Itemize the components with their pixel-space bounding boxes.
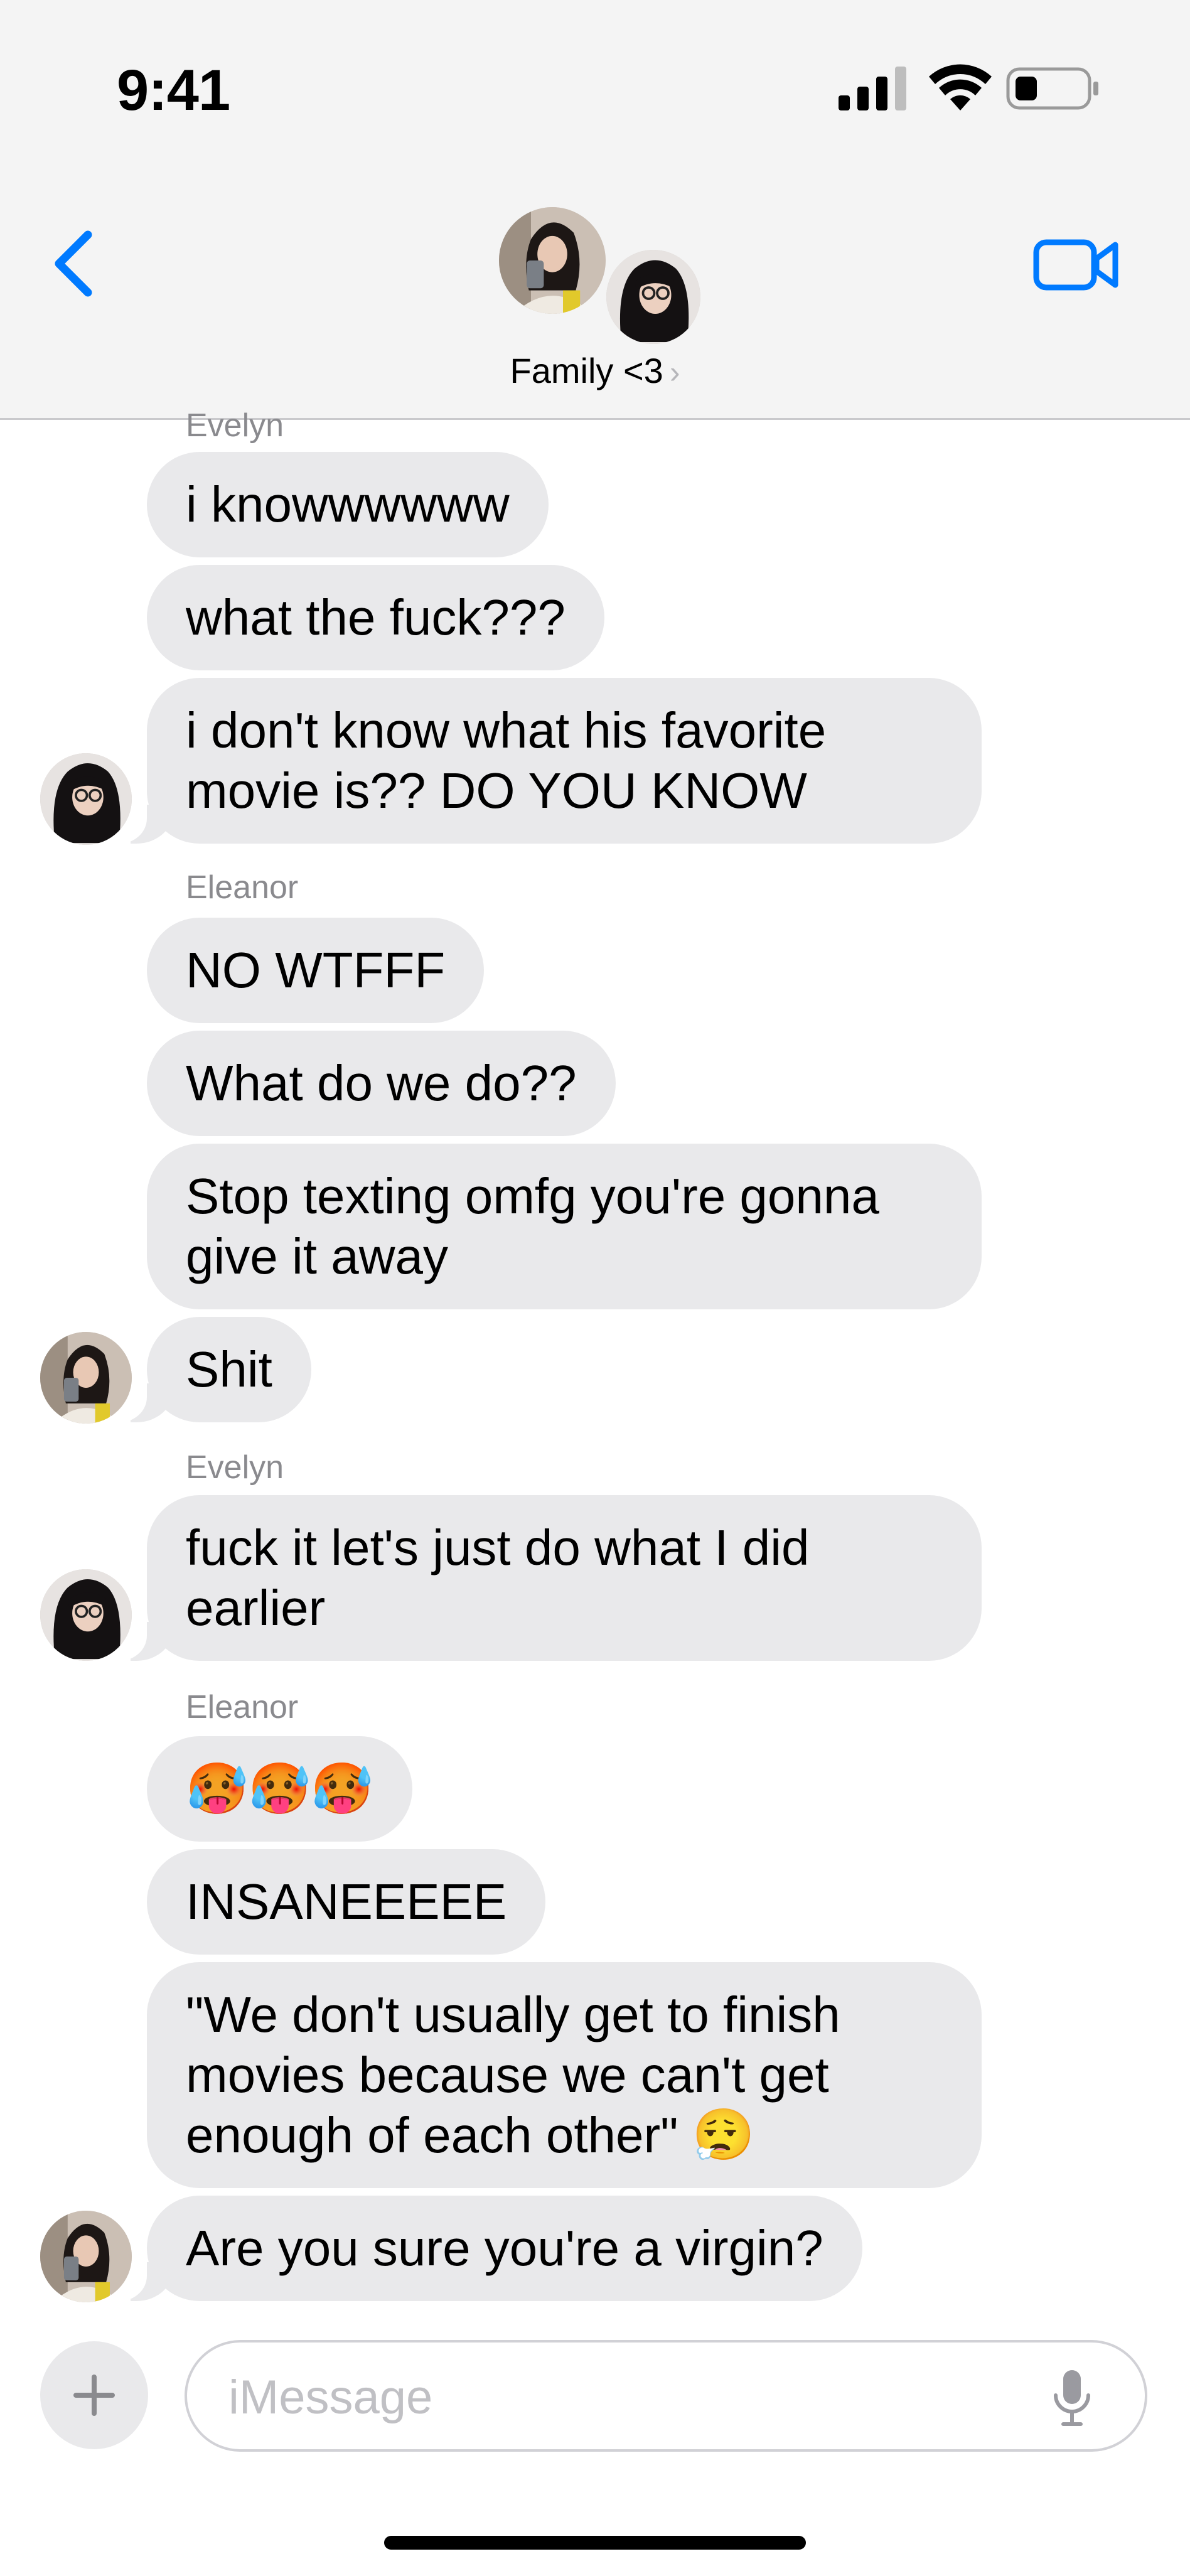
group-avatar-evelyn[interactable]	[604, 247, 703, 346]
message-bubble[interactable]: "We don't usually get to finish movies b…	[147, 1962, 982, 2188]
sender-avatar-eleanor[interactable]	[40, 1332, 132, 1424]
status-time: 9:41	[117, 58, 230, 122]
message-bubble[interactable]: what the fuck???	[147, 565, 604, 670]
message-bubble[interactable]: fuck it let's just do what I did earlier	[109, 1495, 982, 1661]
evelyn-photo	[606, 250, 700, 344]
sender-label: Evelyn	[186, 407, 284, 444]
facetime-video-button[interactable]	[1032, 233, 1120, 296]
sender-avatar-evelyn[interactable]	[40, 1569, 132, 1661]
conversation-header: 9:41 Family <3 ›	[0, 0, 1190, 420]
group-name-button[interactable]: Family <3 ›	[0, 350, 1190, 391]
sender-label: Eleanor	[186, 1689, 299, 1725]
message-bubble[interactable]: What do we do??	[147, 1031, 616, 1136]
chevron-right-icon: ›	[669, 355, 680, 390]
home-indicator[interactable]	[384, 2536, 806, 2550]
sender-label: Evelyn	[186, 1449, 284, 1486]
message-bubble[interactable]: i don't know what his favorite movie is?…	[109, 678, 982, 844]
eleanor-photo	[499, 207, 606, 314]
cellular-signal-icon	[839, 67, 906, 110]
dictation-button[interactable]	[1047, 2366, 1097, 2429]
apps-plus-button[interactable]	[40, 2341, 148, 2449]
group-avatar-eleanor[interactable]	[499, 207, 606, 314]
group-name: Family <3	[510, 351, 663, 390]
video-camera-icon	[1033, 239, 1118, 291]
chevron-left-icon	[55, 230, 92, 297]
status-icons	[839, 64, 1098, 110]
sender-label: Eleanor	[186, 869, 299, 906]
microphone-icon	[1054, 2370, 1090, 2426]
message-bubble[interactable]: INSANEEEEE	[147, 1849, 546, 1955]
sender-avatar-eleanor[interactable]	[40, 2211, 132, 2302]
message-compose-field[interactable]	[185, 2340, 1147, 2452]
sender-avatar-evelyn[interactable]	[40, 753, 132, 845]
message-bubble[interactable]: 🥵🥵🥵	[147, 1736, 412, 1842]
message-bubble[interactable]: i knowwwwww	[147, 452, 549, 557]
message-bubble[interactable]: Stop texting omfg you're gonna give it a…	[147, 1144, 982, 1309]
message-bubble[interactable]: Shit	[109, 1317, 311, 1422]
wifi-icon	[929, 64, 992, 110]
imessage-input[interactable]	[227, 2365, 1021, 2429]
message-bubble[interactable]: Are you sure you're a virgin?	[109, 2196, 862, 2301]
plus-icon	[73, 2375, 115, 2416]
back-button[interactable]	[44, 226, 107, 301]
message-bubble[interactable]: NO WTFFF	[147, 918, 485, 1023]
battery-icon	[1006, 67, 1098, 110]
